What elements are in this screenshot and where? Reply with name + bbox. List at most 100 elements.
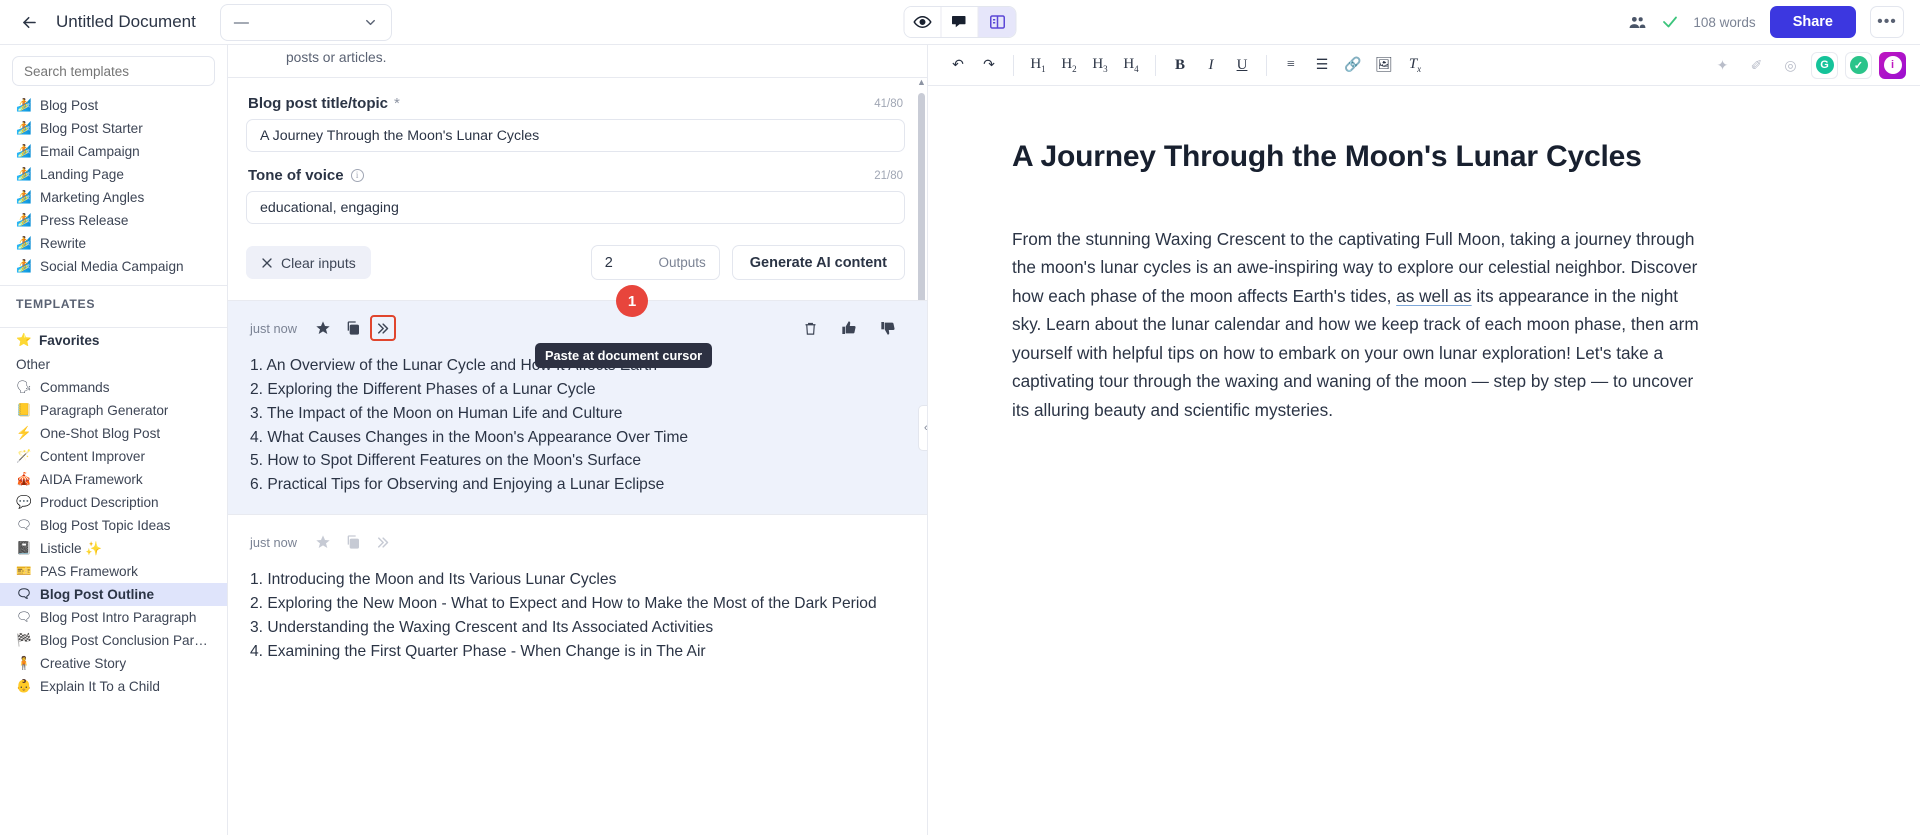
sidebar-item-workflow[interactable]: 🏄Landing Page: [0, 163, 227, 186]
copy-output-button[interactable]: [340, 529, 366, 555]
thumbs-up-button[interactable]: [836, 315, 862, 341]
sidebar-item-template[interactable]: 🗣Commands: [0, 376, 227, 399]
toolbar-separator: [1266, 55, 1267, 76]
more-options-button[interactable]: •••: [1870, 6, 1904, 38]
sidebar-item-workflow[interactable]: 🏄Social Media Campaign: [0, 255, 227, 278]
info-icon[interactable]: i: [351, 169, 364, 182]
thumbs-down-button[interactable]: [875, 315, 901, 341]
double-chevron-right-icon: [375, 321, 390, 336]
char-counter: 21/80: [874, 170, 903, 182]
extension-glyph: ◎: [1784, 57, 1796, 74]
document-type-select[interactable]: —: [220, 4, 392, 41]
heading-3-button[interactable]: H3: [1086, 51, 1114, 79]
sidebar-item-workflow[interactable]: 🏄Marketing Angles: [0, 186, 227, 209]
underline-button[interactable]: U: [1228, 51, 1256, 79]
outputs-stepper[interactable]: 2 Outputs: [591, 245, 720, 280]
output-line: 4. Examining the First Quarter Phase - W…: [250, 640, 905, 664]
trash-icon: [803, 321, 818, 336]
sidebar-item-workflow[interactable]: 🏄Email Campaign: [0, 140, 227, 163]
document-title[interactable]: Untitled Document: [56, 12, 196, 32]
paste-at-cursor-button[interactable]: [370, 529, 396, 555]
view-mode-preview[interactable]: [905, 7, 942, 37]
sidebar-item-workflow[interactable]: 🏄Blog Post: [0, 94, 227, 117]
share-button[interactable]: Share: [1770, 6, 1856, 38]
favorite-output-button[interactable]: [310, 315, 336, 341]
heading-1-button[interactable]: H1: [1024, 51, 1052, 79]
sidebar-item-template[interactable]: 🧍Creative Story: [0, 652, 227, 675]
delete-output-button[interactable]: [797, 315, 823, 341]
generate-ai-content-button[interactable]: Generate AI content: [732, 245, 905, 280]
output-text-list[interactable]: 1. Introducing the Moon and Its Various …: [250, 568, 905, 663]
sidebar-item-template[interactable]: 🗨Blog Post Intro Paragraph: [0, 606, 227, 629]
input-form: Blog post title/topic * 41/80 Tone of vo…: [228, 78, 927, 280]
sidebar-item-template[interactable]: 📓Listicle ✨: [0, 537, 227, 560]
info-badge-icon[interactable]: i: [1879, 52, 1906, 79]
sidebar-item-template[interactable]: 📒Paragraph Generator: [0, 399, 227, 422]
template-icon: 🗨: [16, 518, 31, 533]
sidebar-item-workflow[interactable]: 🏄Press Release: [0, 209, 227, 232]
paste-at-cursor-button[interactable]: [370, 315, 396, 341]
sidebar-item-template[interactable]: ⚡One-Shot Blog Post: [0, 422, 227, 445]
grammarly-icon[interactable]: G: [1811, 52, 1838, 79]
editor-paragraph[interactable]: From the stunning Waxing Crescent to the…: [1012, 225, 1712, 425]
clock-icon[interactable]: ◎: [1777, 52, 1804, 79]
required-marker: *: [394, 95, 400, 112]
sparkle-icon[interactable]: ✦: [1709, 52, 1736, 79]
output-line: 4. What Causes Changes in the Moon's App…: [250, 426, 905, 450]
redo-icon[interactable]: ↷: [975, 51, 1003, 79]
blog-title-input[interactable]: [246, 119, 905, 152]
sidebar-item-template[interactable]: 🏁Blog Post Conclusion Parag...: [0, 629, 227, 652]
search-input[interactable]: [12, 56, 215, 86]
back-button[interactable]: [12, 5, 46, 39]
toolbar-glyph: 🔗: [1344, 57, 1361, 74]
paragraph-underlined-phrase: as well as: [1396, 286, 1471, 306]
collaborators-button[interactable]: [1628, 13, 1647, 32]
sidebar-item-template[interactable]: 👶Explain It To a Child: [0, 675, 227, 698]
tone-of-voice-input[interactable]: [246, 191, 905, 224]
sidebar-item-template[interactable]: 🪄Content Improver: [0, 445, 227, 468]
workflow-list: 🏄Blog Post🏄Blog Post Starter🏄Email Campa…: [0, 94, 227, 278]
extension-glyph: ✓: [1850, 56, 1868, 74]
toolbar-glyph: H4: [1123, 56, 1138, 74]
sidebar-item-template[interactable]: 🗨 Blog Post Topic Ideas: [0, 514, 227, 537]
heading-4-button[interactable]: H4: [1117, 51, 1145, 79]
copy-output-button[interactable]: [340, 315, 366, 341]
sidebar-item-label: Creative Story: [40, 656, 126, 671]
wand-icon[interactable]: ✐: [1743, 52, 1770, 79]
sidebar-item-label: One-Shot Blog Post: [40, 426, 160, 441]
italic-button[interactable]: I: [1197, 51, 1225, 79]
output-timestamp: just now: [250, 535, 297, 550]
shield-icon[interactable]: ✓: [1845, 52, 1872, 79]
output-text-list[interactable]: 1. An Overview of the Lunar Cycle and Ho…: [250, 354, 905, 497]
sidebar-item-label: Blog Post Topic Ideas: [40, 518, 170, 533]
heading-2-button[interactable]: H2: [1055, 51, 1083, 79]
sidebar-item-workflow[interactable]: 🏄Rewrite: [0, 232, 227, 255]
view-mode-comments[interactable]: [942, 7, 979, 37]
undo-icon[interactable]: ↶: [944, 51, 972, 79]
editor-page[interactable]: A Journey Through the Moon's Lunar Cycle…: [928, 86, 1920, 835]
link-button[interactable]: 🔗: [1339, 51, 1367, 79]
sidebar-item-template[interactable]: 🎫PAS Framework: [0, 560, 227, 583]
sidebar-item-template[interactable]: 💬Product Description: [0, 491, 227, 514]
sidebar-scroll[interactable]: 🏄Blog Post🏄Blog Post Starter🏄Email Campa…: [0, 94, 227, 835]
sidebar-item-workflow[interactable]: 🏄Blog Post Starter: [0, 117, 227, 140]
toolbar-glyph: U: [1237, 57, 1248, 74]
output-card: 1 just now: [228, 300, 927, 514]
view-mode-split[interactable]: [979, 7, 1016, 37]
sidebar-item-favorites[interactable]: ⭐ Favorites: [0, 328, 227, 352]
image-button[interactable]: 🖼: [1370, 51, 1398, 79]
sidebar-item-template[interactable]: 🎪AIDA Framework: [0, 468, 227, 491]
bullet-list-button[interactable]: ☰: [1308, 51, 1336, 79]
clear-inputs-button[interactable]: Clear inputs: [246, 246, 371, 279]
clear-format-button[interactable]: Tx: [1401, 51, 1429, 79]
bold-button[interactable]: B: [1166, 51, 1194, 79]
ordered-list-button[interactable]: ≡: [1277, 51, 1305, 79]
collapse-panel-handle[interactable]: «: [918, 405, 928, 451]
sidebar-item-template[interactable]: 🗨Blog Post Outline: [0, 583, 227, 606]
scroll-up-arrow[interactable]: ▲: [916, 77, 927, 87]
template-icon: 👶: [16, 679, 31, 694]
sidebar-item-label: Email Campaign: [40, 144, 140, 159]
eye-icon: [914, 13, 932, 31]
editor-document-title[interactable]: A Journey Through the Moon's Lunar Cycle…: [1012, 139, 1712, 176]
favorite-output-button[interactable]: [310, 529, 336, 555]
